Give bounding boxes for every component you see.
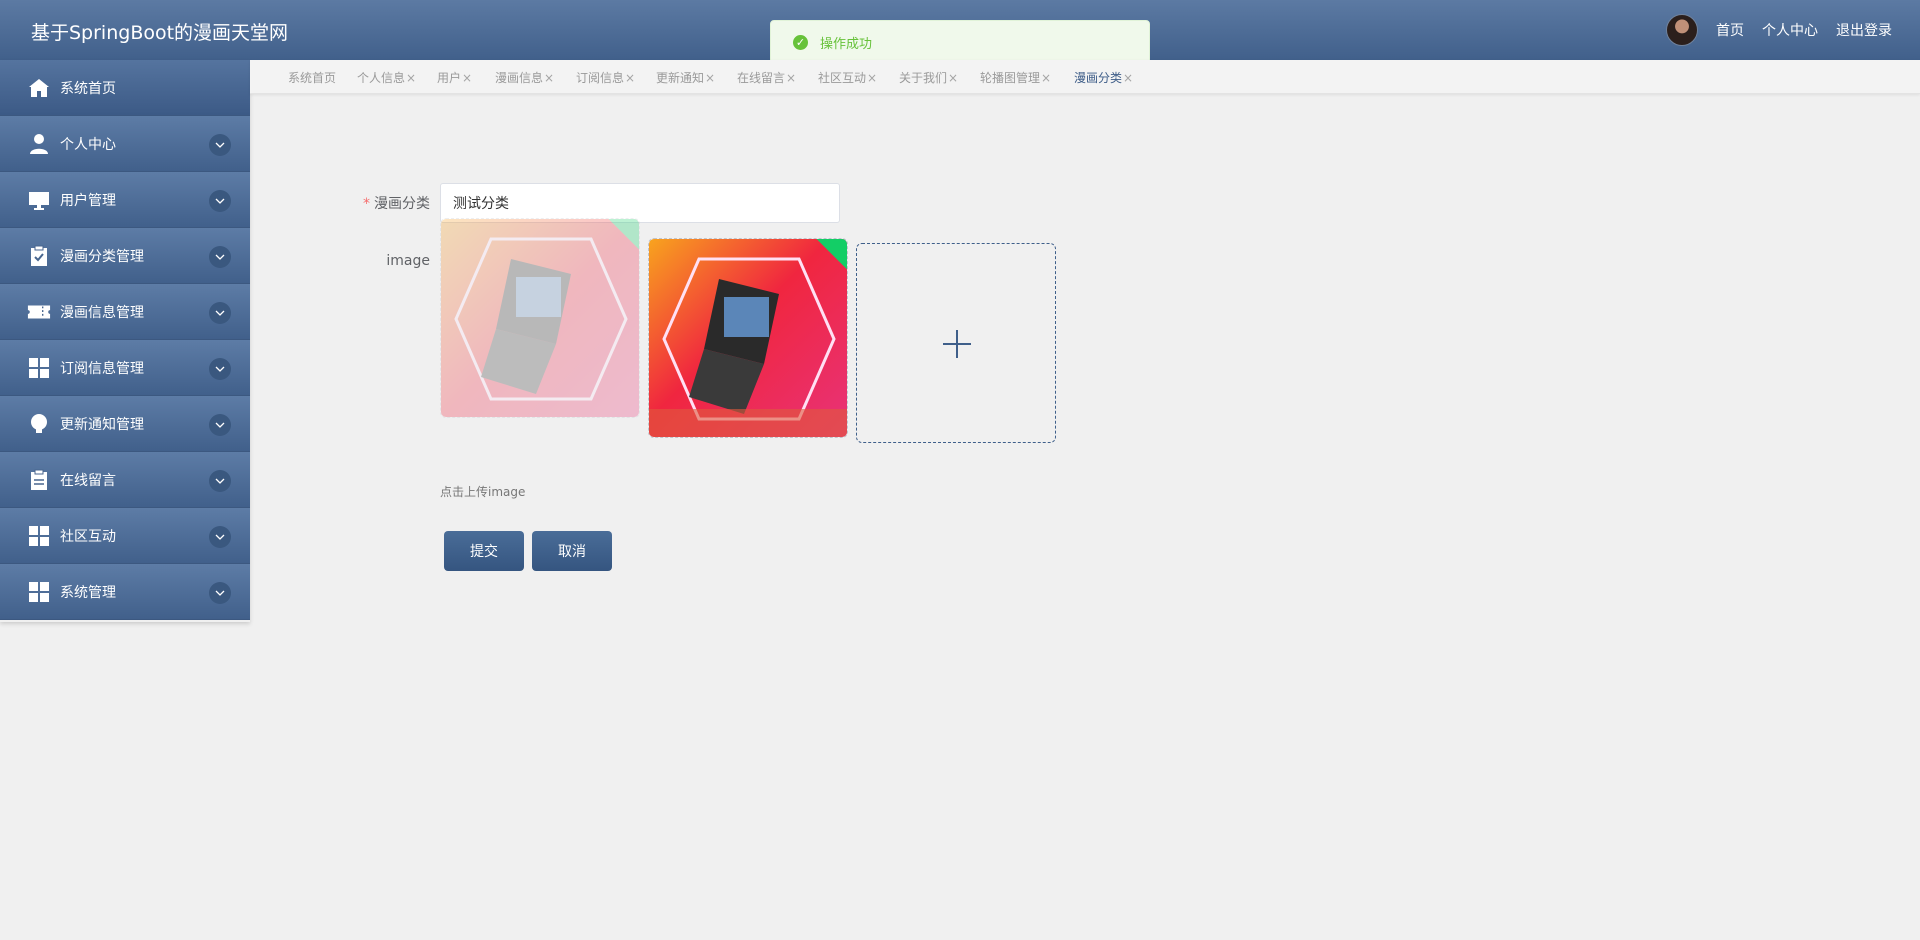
sidebar-item-label: 系统管理 [60, 584, 116, 601]
chevron-down-icon[interactable] [209, 414, 231, 436]
sidebar-item-label: 用户管理 [60, 192, 116, 209]
upload-tip: 点击上传image [440, 485, 526, 499]
sidebar-item-system-management[interactable]: 系统管理 [0, 564, 250, 620]
close-icon[interactable]: × [786, 71, 796, 85]
bulb-icon [27, 412, 51, 436]
nav-home-link[interactable]: 首页 [1716, 20, 1744, 40]
image-thumbnail-ghost [440, 218, 640, 418]
submit-button[interactable]: 提交 [444, 531, 524, 571]
tab-online-message[interactable]: 在线留言× [737, 69, 796, 86]
close-icon[interactable]: × [705, 71, 715, 85]
chevron-down-icon[interactable] [209, 470, 231, 492]
sidebar-item-comic-management[interactable]: 漫画信息管理 [0, 284, 250, 340]
tab-label: 在线留言 [737, 71, 786, 85]
tab-comic-info[interactable]: 漫画信息× [495, 69, 554, 86]
nav-logout-link[interactable]: 退出登录 [1836, 20, 1892, 40]
tab-update-notice[interactable]: 更新通知× [656, 69, 715, 86]
sidebar-item-community[interactable]: 社区互动 [0, 508, 250, 564]
success-toast: ✓ 操作成功 [770, 20, 1150, 64]
category-field-label: * 漫画分类 [330, 193, 430, 213]
sidebar-item-user-management[interactable]: 用户管理 [0, 172, 250, 228]
close-icon[interactable]: × [867, 71, 877, 85]
required-asterisk: * [363, 196, 370, 212]
sidebar-item-label: 社区互动 [60, 528, 116, 545]
monitor-icon [27, 188, 51, 212]
sidebar-menu: 系统首页 个人中心 用户管理 漫画分类管理 漫画信息管理 订阅信息管理 更新通知… [0, 60, 250, 622]
tab-personal-info[interactable]: 个人信息× [357, 69, 416, 86]
close-icon[interactable]: × [1123, 71, 1133, 85]
grid-icon [27, 356, 51, 380]
sidebar-item-label: 订阅信息管理 [60, 360, 144, 377]
close-icon[interactable]: × [462, 71, 472, 85]
sidebar-item-subscription-management[interactable]: 订阅信息管理 [0, 340, 250, 396]
sidebar-item-label: 更新通知管理 [60, 416, 144, 433]
tab-label: 个人信息 [357, 71, 406, 85]
chevron-down-icon[interactable] [209, 526, 231, 548]
ticket-icon [27, 300, 51, 324]
avatar[interactable] [1666, 14, 1698, 46]
tab-label: 订阅信息 [576, 71, 625, 85]
tab-comic-category[interactable]: 漫画分类× [1074, 69, 1133, 86]
sidebar-item-home[interactable]: 系统首页 [0, 60, 250, 116]
sidebar-item-category-management[interactable]: 漫画分类管理 [0, 228, 250, 284]
tab-label: 关于我们 [899, 71, 948, 85]
header-nav: 首页 个人中心 退出登录 [1666, 14, 1892, 46]
close-icon[interactable]: × [625, 71, 635, 85]
site-title: 基于SpringBoot的漫画天堂网 [31, 22, 289, 44]
image-upload-button[interactable] [856, 243, 1056, 443]
close-icon[interactable]: × [948, 71, 958, 85]
toast-message: 操作成功 [820, 36, 873, 52]
cancel-button[interactable]: 取消 [532, 531, 612, 571]
home-icon [27, 76, 51, 100]
close-icon[interactable]: × [406, 71, 416, 85]
sidebar-item-label: 在线留言 [60, 472, 116, 489]
tab-users[interactable]: 用户× [437, 69, 472, 86]
tab-label: 漫画分类 [1074, 71, 1123, 85]
chevron-down-icon[interactable] [209, 134, 231, 156]
nav-profile-link[interactable]: 个人中心 [1762, 20, 1818, 40]
chevron-down-icon[interactable] [209, 582, 231, 604]
grid-icon [27, 524, 51, 548]
sidebar-item-messages[interactable]: 在线留言 [0, 452, 250, 508]
tab-about-us[interactable]: 关于我们× [899, 69, 958, 86]
category-input[interactable] [440, 183, 840, 223]
clipboard-check-icon [27, 244, 51, 268]
tab-label: 轮播图管理 [980, 71, 1041, 85]
tab-label: 社区互动 [818, 71, 867, 85]
sidebar-item-notice-management[interactable]: 更新通知管理 [0, 396, 250, 452]
tab-label: 系统首页 [288, 71, 337, 85]
chevron-down-icon[interactable] [209, 358, 231, 380]
sidebar-item-personal-center[interactable]: 个人中心 [0, 116, 250, 172]
notepad-icon [27, 468, 51, 492]
plus-icon [956, 330, 958, 358]
tab-label: 更新通知 [656, 71, 705, 85]
tab-community[interactable]: 社区互动× [818, 69, 877, 86]
success-check-icon: ✓ [793, 34, 808, 50]
tab-carousel-management[interactable]: 轮播图管理× [980, 69, 1051, 86]
close-icon[interactable]: × [1041, 71, 1051, 85]
chevron-down-icon[interactable] [209, 246, 231, 268]
grid-icon [27, 580, 51, 604]
chevron-down-icon[interactable] [209, 190, 231, 212]
tab-system-home[interactable]: 系统首页 [288, 69, 336, 86]
tabs-bar: 系统首页 个人信息× 用户× 漫画信息× 订阅信息× 更新通知× 在线留言× 社… [250, 60, 1920, 94]
category-label-text: 漫画分类 [374, 196, 430, 212]
tab-label: 漫画信息 [495, 71, 544, 85]
tab-subscription-info[interactable]: 订阅信息× [576, 69, 635, 86]
chevron-down-icon[interactable] [209, 302, 231, 324]
sidebar-item-label: 漫画信息管理 [60, 304, 144, 321]
user-icon [27, 132, 51, 156]
sidebar-item-label: 个人中心 [60, 136, 116, 153]
image-field-label: image [386, 253, 430, 269]
sidebar-item-label: 漫画分类管理 [60, 248, 144, 265]
tab-label: 用户 [437, 71, 462, 85]
image-thumbnail[interactable] [648, 238, 848, 438]
sidebar-item-label: 系统首页 [60, 80, 116, 97]
close-icon[interactable]: × [544, 71, 554, 85]
